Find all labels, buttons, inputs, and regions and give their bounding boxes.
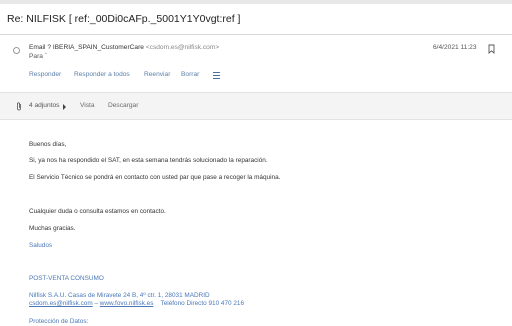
sender-name: Email ? IBERIA_SPAIN_CustomerCare	[29, 44, 144, 51]
department: POST-VENTA CONSUMO	[29, 275, 104, 282]
email-subject: Re: NILFISK [ ref:_00Di0cAFp._5001Y1Y0vg…	[7, 13, 241, 25]
greeting: Buenos días,	[29, 141, 67, 148]
sender[interactable]: Email ? IBERIA_SPAIN_CustomerCare <csdom…	[29, 44, 219, 51]
download-attachments-link[interactable]: Descargar	[108, 102, 138, 109]
delete-button[interactable]: Borrar	[181, 71, 199, 78]
paperclip-icon	[17, 102, 21, 111]
menu-icon[interactable]	[213, 72, 220, 79]
body-paragraph-1: Si, ya nos ha respondido el SAT, en esta…	[29, 157, 268, 164]
to-label: Para	[29, 53, 43, 60]
message-header: Email ? IBERIA_SPAIN_CustomerCare <csdom…	[0, 38, 512, 90]
attachments-bar: 4 adjuntos Vista Descargar	[0, 92, 512, 120]
sender-address: <csdom.es@nilfisk.com>	[145, 44, 220, 51]
body-paragraph-3: Cualquier duda o consulta estamos en con…	[29, 208, 166, 215]
attachments-count[interactable]: 4 adjuntos	[29, 102, 59, 109]
view-attachments-link[interactable]: Vista	[80, 102, 95, 109]
contact-line: csdom.es@nilfisk.com – www.fovo.nilfisk.…	[29, 300, 244, 307]
expand-arrow-icon[interactable]	[63, 104, 66, 110]
separator: –	[92, 300, 100, 307]
bookmark-icon[interactable]	[488, 44, 495, 54]
message-date: 6/4/2021 11:23	[433, 44, 477, 51]
sign-off: Saludos	[29, 242, 53, 249]
email-link[interactable]: csdom.es@nilfisk.com	[29, 300, 93, 307]
data-protection: Protección de Datos:	[29, 318, 89, 325]
forward-button[interactable]: Reenviar	[144, 71, 170, 78]
website-link[interactable]: www.fovo.nilfisk.es	[100, 300, 154, 307]
reply-button[interactable]: Responder	[29, 71, 61, 78]
thanks: Muchas gracias.	[29, 225, 76, 232]
recipient-row: Para ˉ	[29, 53, 47, 60]
body-paragraph-2: El Servicio Técnico se pondrá en contact…	[29, 174, 281, 181]
divider	[0, 34, 512, 35]
company-address: Nilfisk S.A.U. Casas de Miravete 24 B, 4…	[29, 292, 210, 299]
phone: Teléfono Directo 910 470 216	[160, 300, 245, 307]
top-strip	[0, 0, 512, 4]
select-circle-icon[interactable]	[13, 47, 20, 54]
to-value: ˉ	[44, 53, 47, 60]
reply-all-button[interactable]: Responder a todos	[74, 71, 130, 78]
